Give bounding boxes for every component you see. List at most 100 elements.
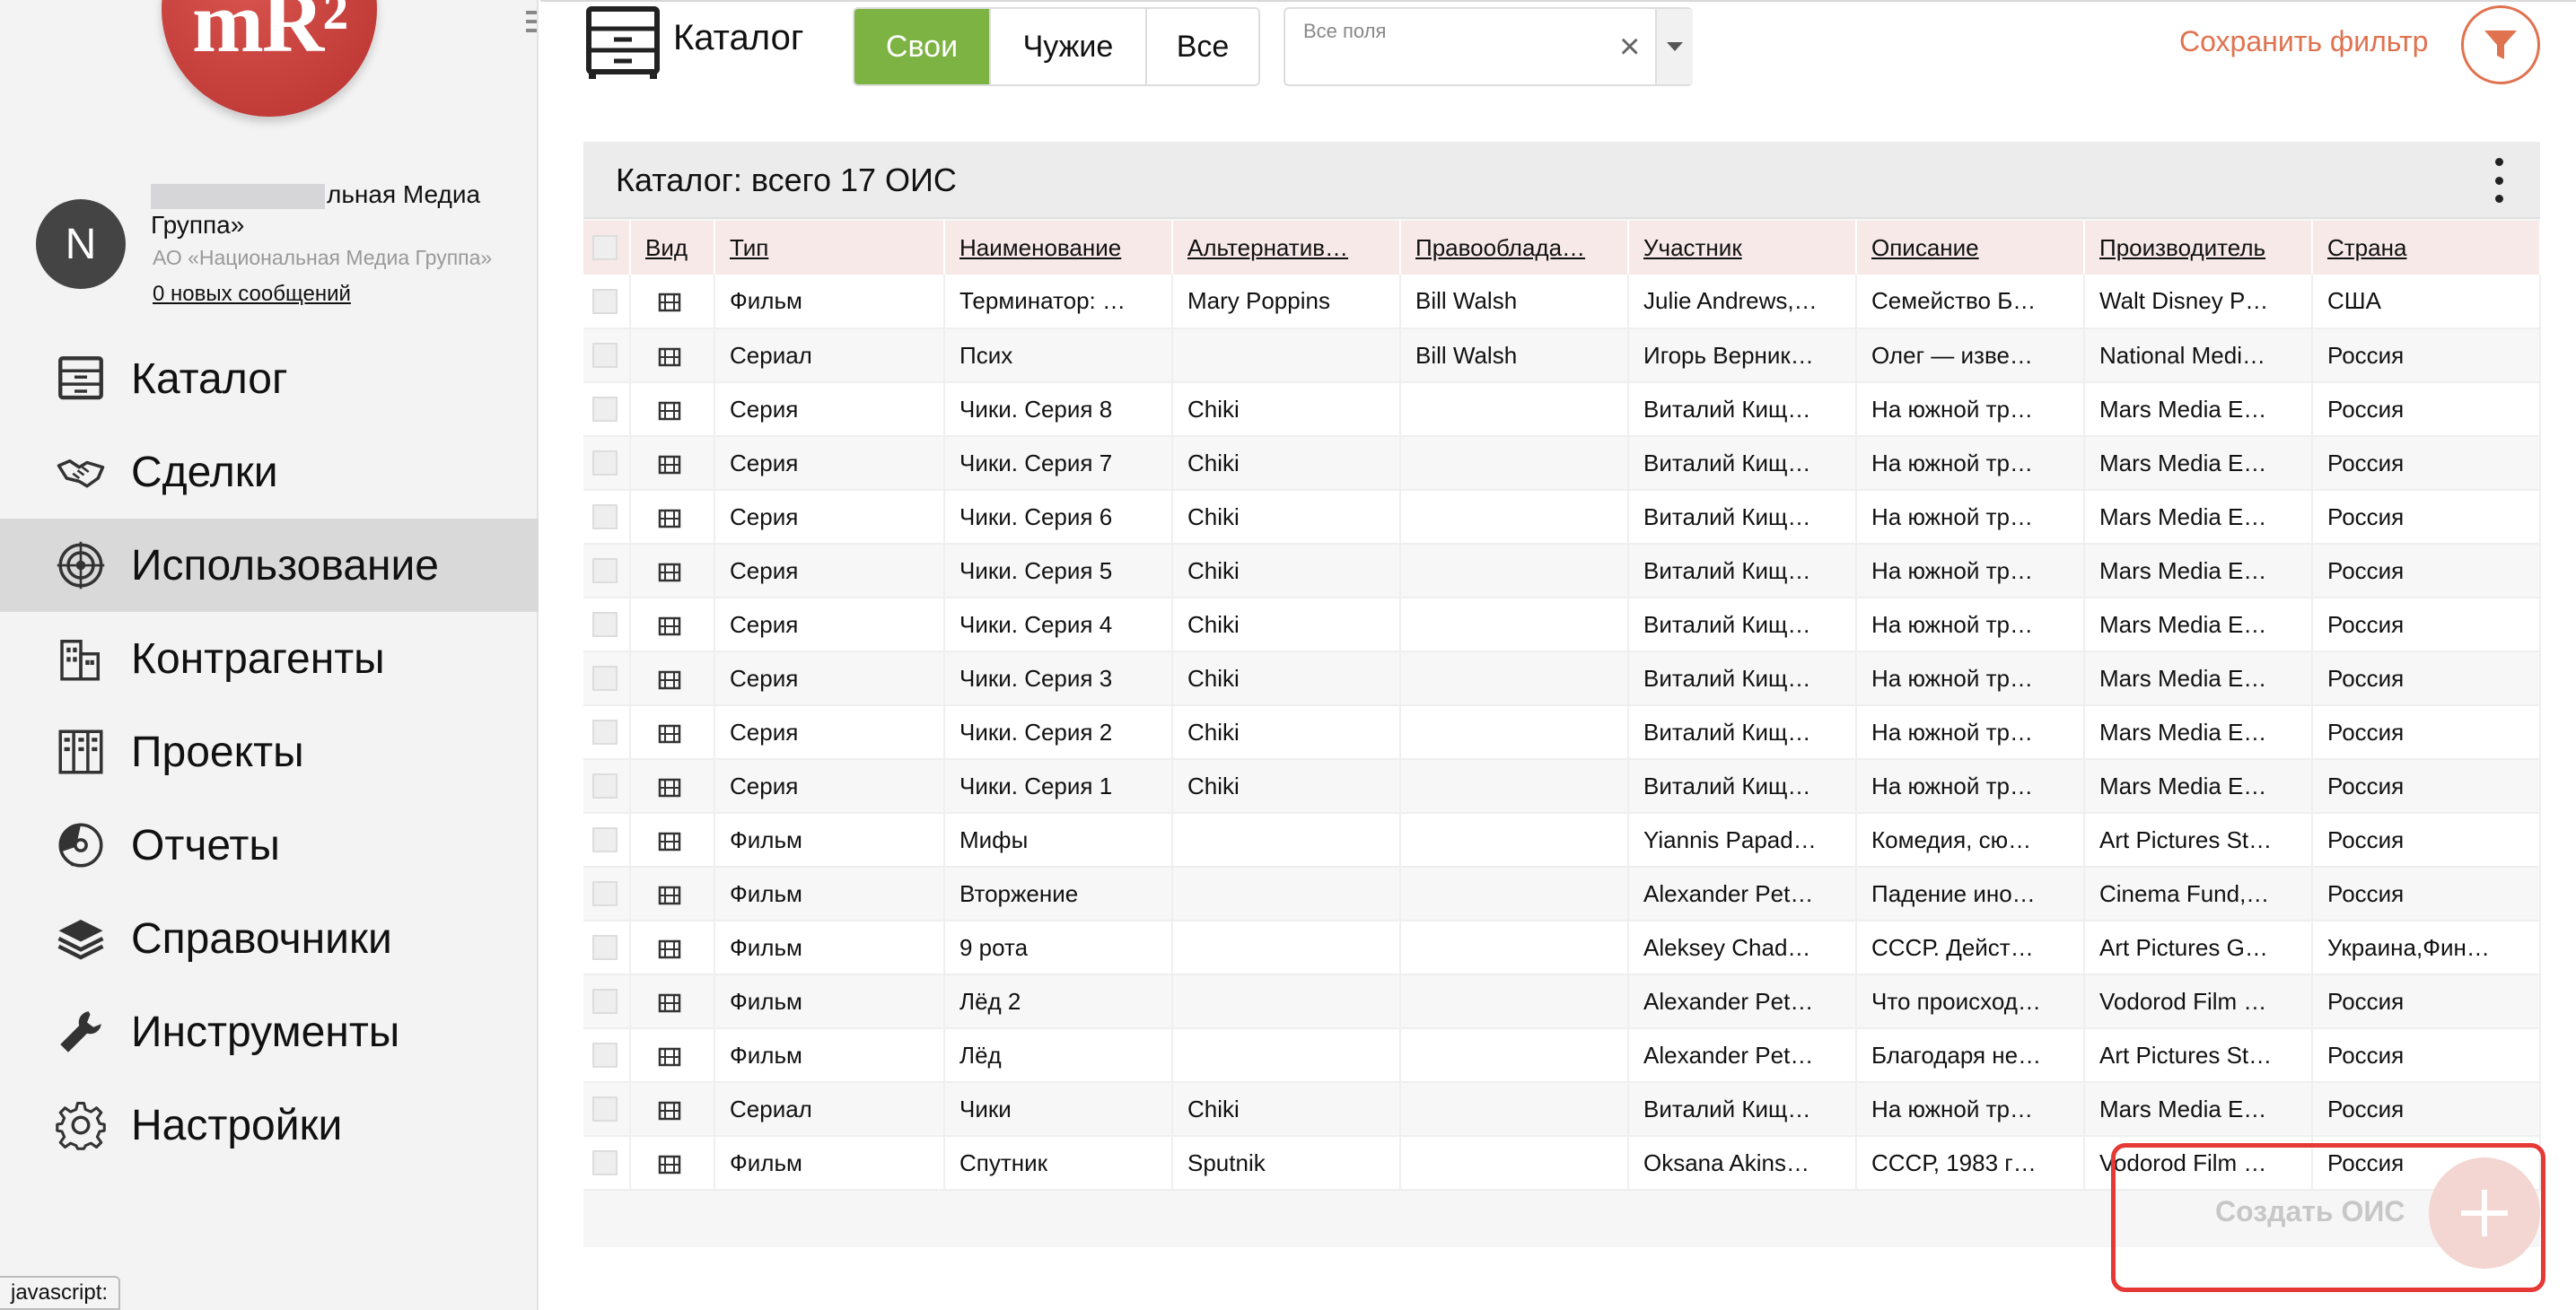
main-content: Каталог Свои Чужие Все Все поля × Сохран… (540, 0, 2576, 1310)
cell-type: Сериал (714, 328, 945, 383)
row-checkbox[interactable] (592, 935, 618, 960)
messages-link[interactable]: 0 новых сообщений (153, 282, 351, 307)
cell-name: Чики. Серия 8 (944, 382, 1173, 437)
sidebar-item-2[interactable]: Сделки (0, 425, 539, 519)
top-divider (540, 0, 2576, 2)
segment-all[interactable]: Все (1147, 9, 1258, 84)
table-row[interactable]: Фильм Лёд 2 Alexander Pet… Что происход… Vod… (583, 974, 2541, 1029)
column-header-rightholder[interactable]: Правооблада… (1400, 221, 1629, 275)
search-field[interactable]: Все поля × (1284, 7, 1693, 86)
row-checkbox[interactable] (592, 450, 618, 476)
sidebar-item-7[interactable]: Справочники (0, 892, 539, 985)
cell-kind (630, 490, 715, 545)
filter-button[interactable] (2461, 5, 2540, 84)
cell-name: Чики. Серия 1 (944, 759, 1173, 814)
column-header-name[interactable]: Наименование (944, 221, 1173, 275)
sidebar-item-1[interactable]: Каталог (0, 332, 539, 425)
save-filter-link[interactable]: Сохранить фильтр (2179, 25, 2428, 58)
cell-rightholder (1400, 382, 1629, 437)
table-row[interactable]: Фильм Лёд Alexander Pet… Благодаря не… Art P… (583, 1028, 2541, 1083)
table-row[interactable]: Серия Чики. Серия 4 Chiki Виталий Кищ… На юж… (583, 598, 2541, 652)
table-row[interactable]: Серия Чики. Серия 3 Chiki Виталий Кищ… На юж… (583, 651, 2541, 706)
row-checkbox[interactable] (592, 989, 618, 1014)
row-checkbox[interactable] (592, 773, 618, 799)
cell-alt-name: Chiki (1172, 651, 1401, 706)
cell-name: Чики. Серия 6 (944, 490, 1173, 545)
cell-participant: Aleksey Chad… (1628, 921, 1857, 975)
row-checkbox[interactable] (592, 343, 618, 368)
cell-kind (630, 705, 715, 760)
row-checkbox[interactable] (592, 288, 618, 314)
column-header-country[interactable]: Страна (2312, 221, 2541, 275)
cell-type: Сериал (714, 1082, 945, 1137)
table-row[interactable]: Серия Чики. Серия 8 Chiki Виталий Кищ… На юж… (583, 382, 2541, 437)
cell-alt-name: Chiki (1172, 544, 1401, 598)
sidebar-item-9[interactable]: Настройки (0, 1079, 539, 1172)
table-row[interactable]: Фильм Вторжение Alexander Pet… Падение ино…… (583, 867, 2541, 921)
row-checkbox[interactable] (592, 720, 618, 745)
row-checkbox[interactable] (592, 504, 618, 529)
column-header-participant[interactable]: Участник (1628, 221, 1857, 275)
cell-kind (630, 328, 715, 383)
column-header-producer[interactable]: Производитель (2084, 221, 2313, 275)
table-row[interactable]: Серия Чики. Серия 2 Chiki Виталий Кищ… На юж… (583, 705, 2541, 760)
sidebar-item-5[interactable]: Проекты (0, 705, 539, 799)
cell-participant: Виталий Кищ… (1628, 598, 1857, 652)
table-row[interactable]: Серия Чики. Серия 1 Chiki Виталий Кищ… На юж… (583, 759, 2541, 814)
table-row[interactable]: Фильм Терминатор: … Mary Poppins Bill Walsh… (583, 275, 2541, 329)
more-vert-icon[interactable] (2488, 158, 2510, 203)
table-row[interactable]: Сериал Чики Chiki Виталий Кищ… На южной тр… M… (583, 1082, 2541, 1137)
cell-producer: Mars Media E… (2084, 705, 2313, 760)
table-row[interactable]: Фильм 9 рота Aleksey Chad… СССР. Дейст… Art … (583, 921, 2541, 975)
row-checkbox[interactable] (592, 397, 618, 422)
sidebar-item-8[interactable]: Инструменты (0, 985, 539, 1079)
row-checkbox-cell (583, 759, 631, 814)
cell-description: На южной тр… (1856, 436, 2085, 491)
cell-country: Россия (2312, 867, 2541, 921)
column-header-alt-name[interactable]: Альтернатив… (1172, 221, 1401, 275)
cell-alt-name: Chiki (1172, 490, 1401, 545)
cell-participant: Alexander Pet… (1628, 974, 1857, 1029)
avatar[interactable]: N (36, 199, 126, 289)
column-header-description[interactable]: Описание (1856, 221, 2085, 275)
table-row[interactable]: Сериал Псих Bill Walsh Игорь Верник… Олег — … (583, 328, 2541, 383)
row-checkbox[interactable] (592, 1096, 618, 1122)
table-row[interactable]: Серия Чики. Серия 6 Chiki Виталий Кищ… На юж… (583, 490, 2541, 545)
segment-others[interactable]: Чужие (991, 9, 1147, 84)
logo-text: mR² (191, 0, 348, 70)
sidebar-item-label: Каталог (131, 354, 288, 403)
segment-own[interactable]: Свои (854, 9, 991, 84)
row-checkbox[interactable] (592, 558, 618, 583)
cell-kind (630, 1082, 715, 1137)
row-checkbox[interactable] (592, 612, 618, 637)
catalog-panel: Каталог: всего 17 ОИС Вид Тип Наименован… (583, 142, 2541, 1247)
clear-icon[interactable]: × (1619, 29, 1640, 65)
select-all-checkbox[interactable] (592, 235, 618, 260)
sidebar-item-6[interactable]: Отчеты (0, 799, 539, 892)
table-body: Фильм Терминатор: … Mary Poppins Bill Walsh… (583, 275, 2541, 1191)
buildings-icon (52, 630, 110, 687)
sidebar-item-label: Инструменты (131, 1008, 400, 1056)
cell-producer: Art Pictures G… (2084, 921, 2313, 975)
row-checkbox[interactable] (592, 666, 618, 691)
table-row[interactable]: Серия Чики. Серия 7 Chiki Виталий Кищ… На юж… (583, 436, 2541, 491)
cell-country: Россия (2312, 974, 2541, 1029)
column-header-type[interactable]: Тип (714, 221, 945, 275)
table-row[interactable]: Фильм Мифы Yiannis Papad… Комедия, сю… Art P… (583, 813, 2541, 868)
sidebar-collapse-handle[interactable] (526, 11, 537, 43)
row-checkbox-cell (583, 382, 631, 437)
column-header-kind[interactable]: Вид (630, 221, 715, 275)
row-checkbox[interactable] (592, 881, 618, 906)
sidebar-item-4[interactable]: Контрагенты (0, 612, 539, 705)
handshake-icon (52, 443, 110, 501)
search-dropdown-button[interactable] (1655, 9, 1693, 84)
row-checkbox[interactable] (592, 1043, 618, 1068)
projects-icon (52, 723, 110, 781)
table-row[interactable]: Серия Чики. Серия 5 Chiki Виталий Кищ… На юж… (583, 544, 2541, 598)
layers-icon (52, 910, 110, 967)
row-checkbox[interactable] (592, 1150, 618, 1175)
app-logo[interactable]: mR² (162, 0, 377, 117)
sidebar-item-3[interactable]: Использование (0, 519, 539, 612)
row-checkbox[interactable] (592, 827, 618, 852)
row-checkbox-cell (583, 1136, 631, 1191)
